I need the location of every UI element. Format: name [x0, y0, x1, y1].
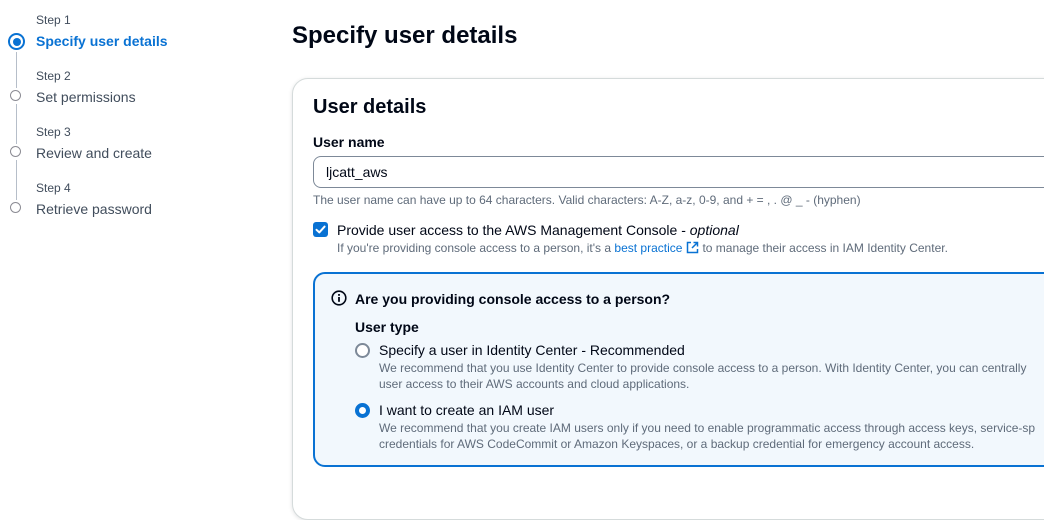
step-1[interactable]: Step 1 Specify user details [0, 12, 250, 56]
optional-tag: optional [689, 222, 739, 238]
step-title: Specify user details [36, 33, 168, 49]
wizard-steps: Step 1 Specify user details Step 2 Set p… [0, 0, 250, 483]
step-indicator [10, 90, 21, 101]
console-access-label[interactable]: Provide user access to the AWS Managemen… [337, 221, 739, 239]
step-number: Step 3 [36, 125, 71, 139]
step-number: Step 4 [36, 181, 71, 195]
step-indicator [10, 202, 21, 213]
radio-iam-user-label[interactable]: I want to create an IAM user [379, 401, 554, 419]
radio-identity-center-label[interactable]: Specify a user in Identity Center - Reco… [379, 341, 685, 359]
user-name-input[interactable] [313, 156, 1044, 188]
console-access-description: If you're providing console access to a … [337, 241, 948, 256]
step-number: Step 2 [36, 69, 71, 83]
radio-iam-user[interactable] [355, 403, 370, 418]
info-icon [331, 290, 347, 306]
best-practice-link[interactable]: best practice [614, 241, 682, 255]
radio-iam-user-desc-1: We recommend that you create IAM users o… [379, 421, 1036, 435]
user-name-label: User name [313, 134, 385, 150]
step-indicator [10, 146, 21, 157]
console-access-label-text: Provide user access to the AWS Managemen… [337, 222, 690, 238]
desc-suffix: to manage their access in IAM Identity C… [702, 241, 948, 255]
step-title: Review and create [36, 145, 152, 161]
radio-iam-user-desc-2: credentials for AWS CodeCommit or Amazon… [379, 437, 975, 451]
radio-identity-center-desc-1: We recommend that you use Identity Cente… [379, 361, 1027, 375]
step-2[interactable]: Step 2 Set permissions [0, 68, 250, 112]
radio-identity-center-desc-2: user access to their AWS accounts and cl… [379, 377, 690, 391]
step-title: Retrieve password [36, 201, 152, 217]
step-4[interactable]: Step 4 Retrieve password [0, 180, 250, 224]
step-number: Step 1 [36, 13, 71, 27]
info-panel-title: Are you providing console access to a pe… [355, 291, 671, 307]
user-type-label: User type [355, 319, 419, 335]
external-link-icon[interactable] [686, 241, 699, 254]
step-title: Set permissions [36, 89, 136, 105]
page-title: Specify user details [292, 22, 518, 49]
step-active-indicator [8, 33, 25, 50]
step-3[interactable]: Step 3 Review and create [0, 124, 250, 168]
user-name-constraint: The user name can have up to 64 characte… [313, 193, 861, 207]
desc-prefix: If you're providing console access to a … [337, 241, 615, 255]
radio-identity-center[interactable] [355, 343, 370, 358]
section-title: User details [313, 96, 427, 118]
console-access-checkbox[interactable] [313, 222, 328, 237]
checkmark-icon [315, 225, 326, 234]
